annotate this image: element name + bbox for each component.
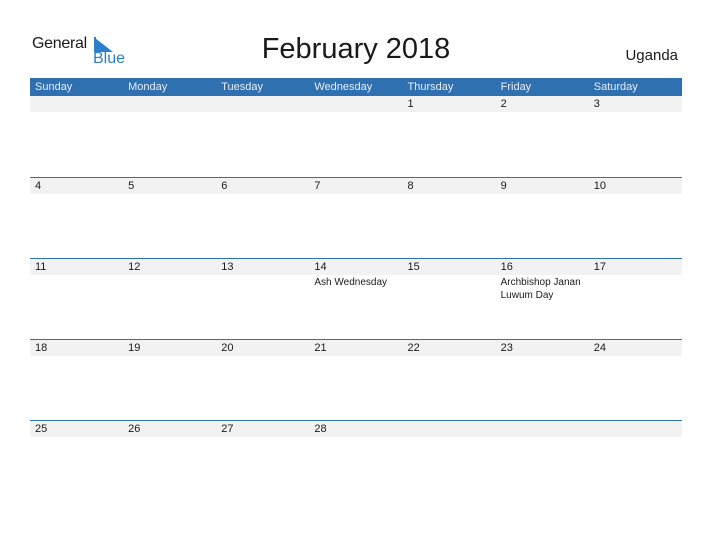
weekday-tuesday: Tuesday (221, 81, 264, 93)
day-number: 4 (35, 180, 42, 192)
day-number: 17 (593, 261, 606, 273)
week-row: 1 2 3 (30, 96, 682, 177)
week-cells: 1 2 3 (30, 96, 682, 177)
day-cell (123, 96, 216, 177)
day-cell: 23 (496, 340, 589, 420)
day-cell: 20 (216, 340, 309, 420)
day-number: 8 (407, 180, 414, 192)
week-row: 11 12 13 14 Ash Wednesday 15 16 Archbishop Jana… (30, 258, 682, 339)
day-cell: 25 (30, 421, 123, 501)
day-cell: 10 (589, 178, 682, 258)
week-row: 4 5 6 7 8 9 10 (30, 177, 682, 258)
day-number: 28 (314, 423, 327, 435)
day-number: 24 (593, 342, 606, 354)
week-cells: 11 12 13 14 Ash Wednesday 15 16 Archbishop Jana… (30, 259, 682, 339)
holiday-label: Ash Wednesday (314, 277, 388, 288)
day-cell: 4 (30, 178, 123, 258)
holiday-label: Archbishop Janan Luwum Day (500, 277, 581, 301)
day-cell: 28 (309, 421, 402, 501)
calendar-title: February 2018 (261, 33, 451, 65)
day-cell: 7 (309, 178, 402, 258)
day-cell: 24 (589, 340, 682, 420)
day-number: 9 (500, 180, 507, 192)
week-cells: 25 26 27 28 (30, 421, 682, 501)
day-cell (403, 421, 496, 501)
day-number: 1 (407, 98, 414, 110)
day-cell: 19 (123, 340, 216, 420)
day-number: 14 (314, 261, 327, 273)
day-cell: 26 (123, 421, 216, 501)
day-number: 25 (35, 423, 48, 435)
weekday-saturday: Saturday (593, 81, 638, 93)
day-number: 12 (128, 261, 141, 273)
day-number: 23 (500, 342, 513, 354)
day-number: 19 (128, 342, 141, 354)
day-cell: 1 (403, 96, 496, 177)
weekday-friday: Friday (500, 81, 532, 93)
day-cell: 17 (589, 259, 682, 339)
day-cell (216, 96, 309, 177)
day-number: 18 (35, 342, 48, 354)
week-cells: 4 5 6 7 8 9 10 (30, 178, 682, 258)
day-number: 7 (314, 180, 321, 192)
week-row: 25 26 27 28 (30, 420, 682, 501)
day-cell: 11 (30, 259, 123, 339)
day-cell: 3 (589, 96, 682, 177)
weekday-sunday: Sunday (35, 81, 73, 93)
day-number: 11 (35, 261, 47, 273)
day-cell (309, 96, 402, 177)
day-cell: 8 (403, 178, 496, 258)
day-cell: 22 (403, 340, 496, 420)
day-cell: 18 (30, 340, 123, 420)
day-cell: 2 (496, 96, 589, 177)
day-cell (30, 96, 123, 177)
weekday-wednesday: Wednesday (314, 81, 373, 93)
day-number: 6 (221, 180, 228, 192)
day-number: 27 (221, 423, 234, 435)
day-number: 16 (500, 261, 513, 273)
weekday-monday: Monday (128, 81, 168, 93)
week-cells: 18 19 20 21 22 23 24 (30, 340, 682, 420)
day-cell (496, 421, 589, 501)
day-cell: 16 Archbishop Janan Luwum Day (496, 259, 589, 339)
calendar-grid: Sunday Monday Tuesday Wednesday Thursday… (30, 78, 682, 501)
day-number: 5 (128, 180, 135, 192)
day-cell: 12 (123, 259, 216, 339)
day-number: 20 (221, 342, 234, 354)
country-label: Uganda (625, 47, 678, 64)
week-row: 18 19 20 21 22 23 24 (30, 339, 682, 420)
day-cell (589, 421, 682, 501)
day-number: 13 (221, 261, 234, 273)
weeks-container: 1 2 3 4 5 6 7 8 9 10 11 12 13 14 Ash Wednesday 15 16 Arch… (30, 96, 682, 501)
weekday-header: Sunday Monday Tuesday Wednesday Thursday… (30, 78, 682, 96)
day-number: 3 (593, 98, 600, 110)
day-cell: 27 (216, 421, 309, 501)
day-cell: 15 (403, 259, 496, 339)
day-number: 15 (407, 261, 420, 273)
day-cell: 9 (496, 178, 589, 258)
day-cell: 5 (123, 178, 216, 258)
day-cell: 14 Ash Wednesday (309, 259, 402, 339)
day-cell: 6 (216, 178, 309, 258)
day-cell: 21 (309, 340, 402, 420)
day-cell: 13 (216, 259, 309, 339)
day-number: 21 (314, 342, 327, 354)
day-number: 10 (593, 180, 606, 192)
day-number: 26 (128, 423, 141, 435)
day-number: 22 (407, 342, 420, 354)
day-number: 2 (500, 98, 507, 110)
weekday-thursday: Thursday (407, 81, 454, 93)
